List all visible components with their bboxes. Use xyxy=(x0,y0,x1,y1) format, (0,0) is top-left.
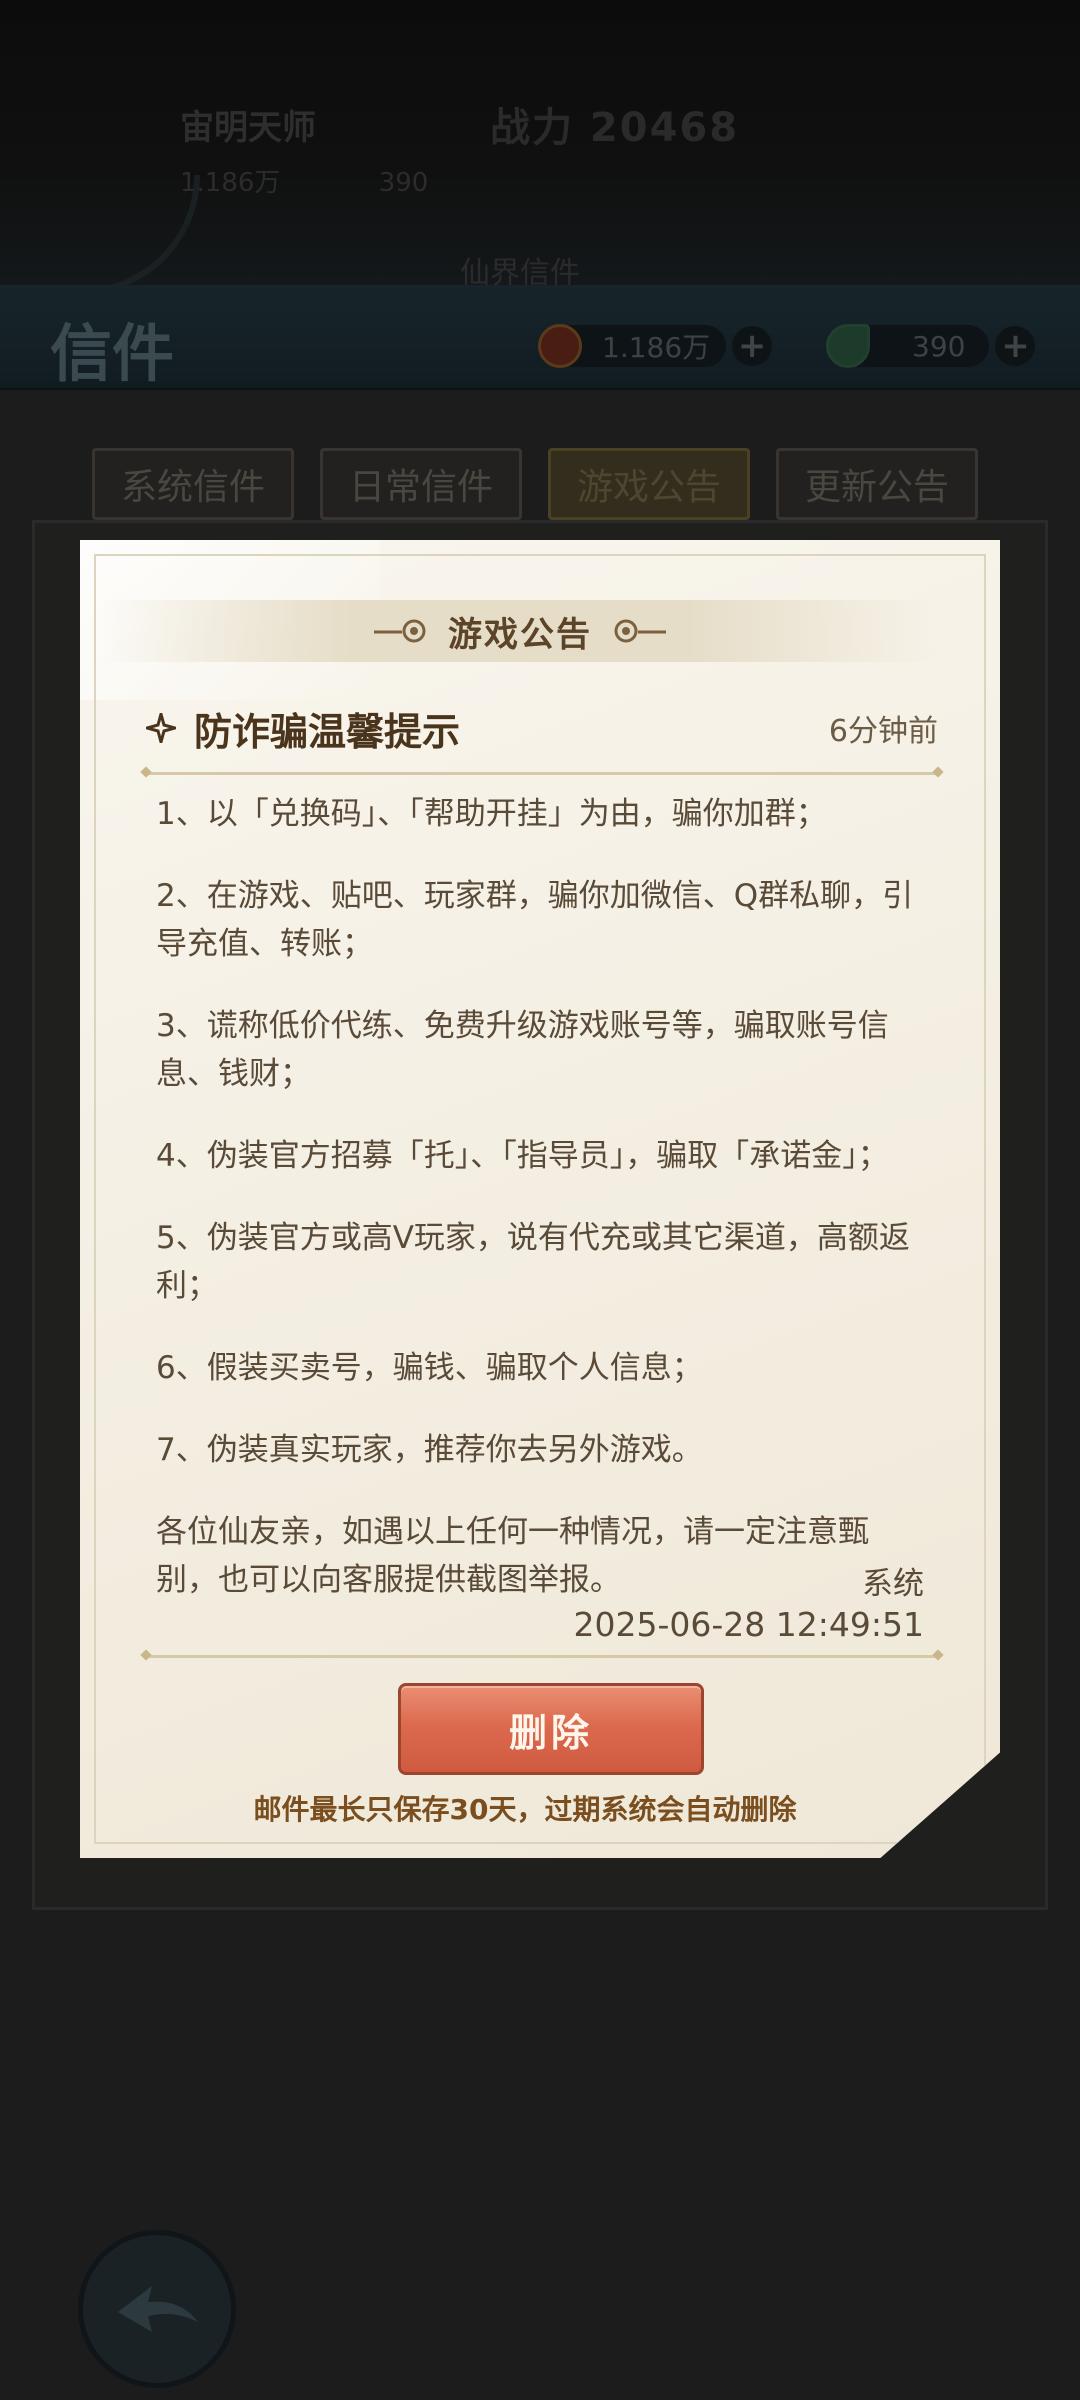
header-bar: 信件 1.186万 + 390 + xyxy=(0,285,1080,390)
notice-title-wrap: 防诈骗温馨提示 xyxy=(146,701,460,756)
sender-label: 系统 xyxy=(862,1566,924,1602)
divider xyxy=(146,772,938,775)
currency-coin: 1.186万 + xyxy=(538,323,773,369)
notice-paragraph: 7、伪装真实玩家，推荐你去另外游戏。 xyxy=(156,1432,703,1468)
notice-paragraph: 2、在游戏、贴吧、玩家群，骗你加微信、Q群私聊，引导充值、转账； xyxy=(156,878,914,962)
retention-note: 邮件最长只保存30天，过期系统会自动删除 xyxy=(253,1793,797,1826)
cloud-ornament-icon xyxy=(374,619,426,643)
stat-value: 390 xyxy=(378,168,429,198)
back-arrow-icon xyxy=(118,2286,198,2332)
add-coin-button[interactable]: + xyxy=(732,326,773,366)
add-jade-button[interactable]: + xyxy=(995,326,1036,366)
tab-system-mail[interactable]: 系统信件 xyxy=(92,448,294,520)
notice-paragraph: 5、伪装官方或高V玩家，说有代充或其它渠道，高额返利； xyxy=(156,1220,910,1304)
back-button[interactable] xyxy=(78,2230,236,2388)
cloud-ornament-icon xyxy=(614,619,666,643)
tab-game-announcement[interactable]: 游戏公告 xyxy=(548,448,750,520)
page-title: 信件 xyxy=(50,317,175,390)
coin-icon xyxy=(538,324,582,368)
divider xyxy=(146,1655,938,1658)
sparkle-icon xyxy=(146,713,176,743)
power-label: 战力 20468 xyxy=(490,105,740,151)
mail-tabs: 系统信件 日常信件 游戏公告 更新公告 xyxy=(92,448,978,520)
popup-header: 游戏公告 xyxy=(100,600,940,662)
top-status-area: 宙明天师 战力 20468 1.186万 390 仙界信件 xyxy=(0,0,1080,295)
jade-icon xyxy=(826,324,870,368)
player-stats: 1.186万 390 xyxy=(180,162,518,199)
player-name: 宙明天师 xyxy=(180,108,316,148)
notice-paragraph: 3、谎称低价代练、免费升级游戏账号等，骗取账号信息、钱财； xyxy=(156,1008,889,1092)
notice-paragraph: 6、假装买卖号，骗钱、骗取个人信息； xyxy=(156,1350,703,1386)
delete-button[interactable]: 删除 xyxy=(398,1683,704,1775)
tab-update-announcement[interactable]: 更新公告 xyxy=(776,448,978,520)
notice-paragraph: 各位仙友亲，如遇以上任何一种情况，请一定注意甄别，也可以向客服提供截图举报。 xyxy=(156,1514,869,1598)
notice-time: 6分钟前 xyxy=(828,714,938,749)
popup-title: 游戏公告 xyxy=(448,614,592,655)
notice-body: 1、以「兑换码」、「帮助开挂」为由，骗你加群； 2、在游戏、贴吧、玩家群，骗你加… xyxy=(156,790,916,1604)
wave-decoration xyxy=(0,175,200,295)
notice-paragraph: 4、伪装官方招募「托」、「指导员」，骗取「承诺金」； xyxy=(156,1138,889,1174)
notice-title: 防诈骗温馨提示 xyxy=(194,709,461,754)
send-timestamp: 2025-06-28 12:49:51 xyxy=(573,1605,924,1644)
notice-header: 防诈骗温馨提示 6分钟前 xyxy=(146,700,938,756)
notice-paragraph: 1、以「兑换码」、「帮助开挂」为由，骗你加群； xyxy=(156,796,827,832)
currency-jade: 390 + xyxy=(826,323,1036,369)
tab-daily-mail[interactable]: 日常信件 xyxy=(320,448,522,520)
